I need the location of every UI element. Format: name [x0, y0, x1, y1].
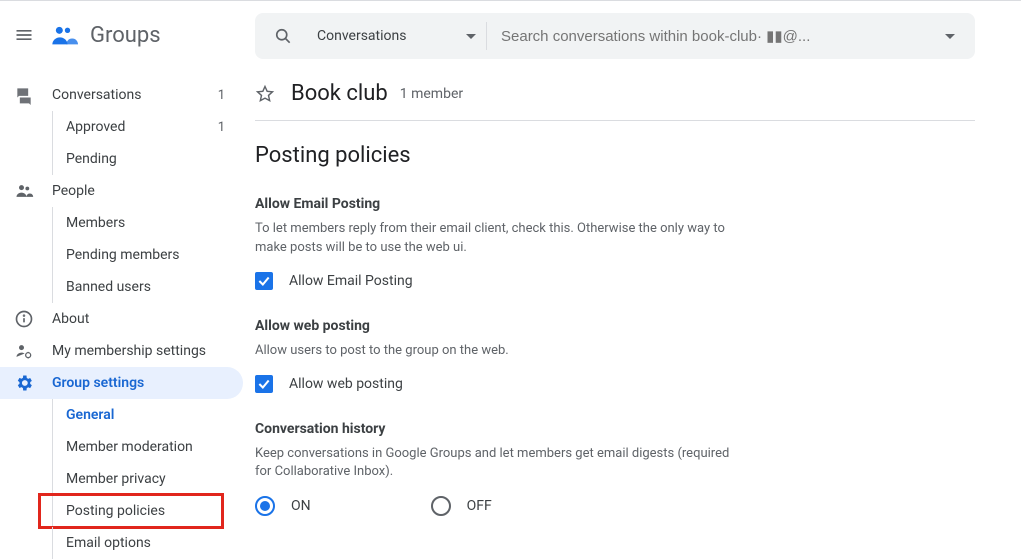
nav-label: Conversations — [52, 87, 218, 103]
page-title: Posting policies — [255, 143, 1001, 168]
section-title: Allow web posting — [255, 318, 735, 334]
nav-label: Member privacy — [52, 463, 225, 495]
chat-icon — [12, 83, 36, 107]
group-name: Book club — [291, 81, 388, 106]
sidebar-item-member-moderation[interactable]: Member moderation — [0, 431, 243, 463]
checkbox-row: Allow Email Posting — [255, 272, 735, 290]
chevron-down-icon — [466, 34, 476, 39]
search-scope-label: Conversations — [317, 28, 406, 44]
nav-label: Group settings — [52, 375, 225, 391]
sidebar-item-general[interactable]: General — [0, 399, 243, 431]
radio-label: OFF — [467, 498, 492, 514]
brand-row: Groups — [0, 11, 255, 59]
search-options-dropdown[interactable] — [933, 34, 967, 39]
nav-label: Posting policies — [52, 495, 225, 527]
section-conversation-history: Conversation history Keep conversations … — [255, 421, 735, 517]
nav-label: Banned users — [52, 271, 225, 303]
chevron-down-icon — [945, 34, 955, 39]
nav-label: Pending members — [52, 239, 225, 271]
sidebar-item-approved[interactable]: Approved1 — [0, 111, 243, 143]
allow-web-posting-checkbox[interactable] — [255, 375, 273, 393]
sidebar-item-conversations[interactable]: Conversations 1 — [0, 79, 243, 111]
sidebar-item-members[interactable]: Members — [0, 207, 243, 239]
nav-label: Member moderation — [52, 431, 225, 463]
star-icon[interactable] — [255, 84, 279, 104]
section-email-posting: Allow Email Posting To let members reply… — [255, 196, 735, 290]
allow-email-posting-checkbox[interactable] — [255, 272, 273, 290]
section-title: Conversation history — [255, 421, 735, 437]
section-desc: Keep conversations in Google Groups and … — [255, 445, 735, 483]
content-scroll[interactable]: Posting policies Allow Email Posting To … — [247, 121, 1001, 559]
radio-row-on: ON — [255, 496, 311, 516]
radio-group: ON OFF — [255, 496, 735, 516]
nav-label: Email options — [52, 527, 225, 559]
search-icon[interactable] — [263, 16, 303, 56]
radio-label: ON — [291, 498, 311, 514]
section-desc: Allow users to post to the group on the … — [255, 342, 735, 361]
groups-logo-icon — [50, 21, 78, 49]
search-scope-dropdown[interactable]: Conversations — [307, 22, 487, 50]
sidebar-item-pending-members[interactable]: Pending members — [0, 239, 243, 271]
sidebar-item-group-settings[interactable]: Group settings — [0, 367, 243, 399]
section-web-posting: Allow web posting Allow users to post to… — [255, 318, 735, 393]
group-header: Book club 1 member — [255, 81, 975, 121]
gear-icon — [12, 371, 36, 395]
history-on-radio[interactable] — [255, 496, 275, 516]
people-icon — [12, 179, 36, 203]
sidebar: Groups Conversations 1 Approved1 Pending — [0, 1, 255, 559]
nav-label: Members — [52, 207, 225, 239]
section-title: Allow Email Posting — [255, 196, 735, 212]
nav-label: Approved1 — [52, 111, 225, 143]
main: Conversations Book club 1 member Posting… — [255, 1, 1021, 559]
nav-label: General — [52, 399, 225, 431]
sidebar-item-banned-users[interactable]: Banned users — [0, 271, 243, 303]
nav-label: People — [52, 183, 225, 199]
section-desc: To let members reply from their email cl… — [255, 220, 735, 258]
checkbox-label: Allow web posting — [289, 376, 403, 392]
search-bar: Conversations — [255, 13, 975, 59]
nav-label: About — [52, 311, 225, 327]
sidebar-item-member-privacy[interactable]: Member privacy — [0, 463, 243, 495]
nav-label: Pending — [52, 143, 225, 175]
sidebar-item-my-membership[interactable]: My membership settings — [0, 335, 243, 367]
brand-name: Groups — [90, 23, 161, 48]
sidebar-item-posting-policies[interactable]: Posting policies — [0, 495, 243, 527]
sidebar-item-email-options[interactable]: Email options — [0, 527, 243, 559]
person-gear-icon — [12, 339, 36, 363]
sidebar-item-people[interactable]: People — [0, 175, 243, 207]
sidebar-item-about[interactable]: About — [0, 303, 243, 335]
search-input[interactable] — [491, 28, 929, 45]
nav: Conversations 1 Approved1 Pending People… — [0, 79, 255, 559]
info-icon — [12, 307, 36, 331]
history-off-radio[interactable] — [431, 496, 451, 516]
sidebar-item-pending[interactable]: Pending — [0, 143, 243, 175]
member-count[interactable]: 1 member — [400, 86, 463, 102]
nav-label: My membership settings — [52, 343, 225, 359]
checkbox-label: Allow Email Posting — [289, 273, 413, 289]
nav-count: 1 — [218, 88, 225, 103]
menu-icon[interactable] — [12, 23, 36, 47]
checkbox-row: Allow web posting — [255, 375, 735, 393]
radio-row-off: OFF — [431, 496, 492, 516]
